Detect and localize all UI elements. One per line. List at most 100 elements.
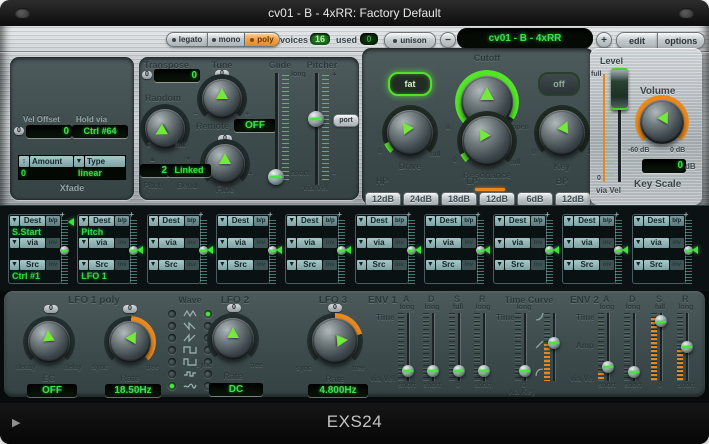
amount-marker[interactable] — [207, 246, 213, 254]
dest-dropdown-icon[interactable]: ▼ — [218, 216, 227, 226]
lfo1-rate-knob[interactable] — [109, 321, 151, 363]
env1-d-slider[interactable]: Dlongshort — [423, 304, 441, 389]
dest-dropdown-icon[interactable]: ▼ — [149, 216, 158, 226]
hold-via-display[interactable]: Ctrl #64 — [72, 125, 128, 138]
lfo1-eg-display[interactable]: OFF — [27, 384, 77, 397]
via-dropdown-icon[interactable]: ▼ — [218, 238, 227, 248]
env1-r-handle[interactable] — [478, 365, 490, 377]
transpose-zero-button[interactable]: 0 — [142, 71, 152, 79]
src-select[interactable]: Src — [89, 260, 114, 270]
via-select[interactable]: via — [297, 238, 322, 248]
poly-button[interactable]: poly — [245, 32, 280, 47]
src-select[interactable]: Src — [574, 260, 599, 270]
via-value[interactable] — [10, 249, 60, 259]
dest-dropdown-icon[interactable]: ▼ — [79, 216, 88, 226]
dest-select[interactable]: Dest — [297, 216, 322, 226]
env1-s-slider[interactable]: Sfull0 — [449, 304, 467, 389]
lfo1-wave-radio-3[interactable] — [168, 346, 176, 354]
env2-s-slider[interactable]: Sfull0 — [651, 304, 669, 389]
src-invert-toggle[interactable]: inv — [185, 260, 199, 270]
dest-select[interactable]: Dest — [159, 216, 184, 226]
preset-next-button[interactable]: + — [596, 32, 612, 48]
bend-up-arrow[interactable]: ▲ — [149, 156, 156, 163]
via-invert-toggle[interactable]: inv — [600, 238, 614, 248]
src-select[interactable]: Src — [367, 260, 392, 270]
src-value[interactable] — [287, 271, 337, 281]
via-value[interactable] — [426, 249, 476, 259]
env1-s-handle[interactable] — [453, 365, 465, 377]
src-invert-toggle[interactable]: inv — [46, 260, 60, 270]
src-dropdown-icon[interactable]: ▼ — [564, 260, 573, 270]
amount-marker[interactable] — [692, 246, 698, 254]
lfo1-wave-radio-6[interactable] — [168, 382, 176, 390]
src-dropdown-icon[interactable]: ▼ — [287, 260, 296, 270]
lfo3-rate-knob[interactable] — [312, 318, 358, 364]
lfo1-wave-radio-4[interactable] — [168, 358, 176, 366]
src-value[interactable] — [564, 271, 614, 281]
src-invert-toggle[interactable]: inv — [670, 260, 684, 270]
via-select[interactable]: via — [505, 238, 530, 248]
lfo1-wave-radio-2[interactable] — [168, 334, 176, 342]
via-value[interactable] — [149, 249, 199, 259]
via-select[interactable]: via — [436, 238, 461, 248]
dest-value[interactable]: Pitch — [79, 227, 129, 237]
via-dropdown-icon[interactable]: ▼ — [287, 238, 296, 248]
via-select[interactable]: via — [228, 238, 253, 248]
vel-offset-display[interactable]: 0 — [26, 125, 72, 138]
dest-dropdown-icon[interactable]: ▼ — [10, 216, 19, 226]
bp-toggle[interactable]: b/p — [670, 216, 684, 226]
src-invert-toggle[interactable]: inv — [462, 260, 476, 270]
dest-select[interactable]: Dest — [367, 216, 392, 226]
sort-icon[interactable]: ↕ — [19, 156, 29, 167]
xfade-type-value[interactable]: linear — [76, 167, 125, 177]
amount-marker[interactable] — [276, 246, 282, 254]
src-dropdown-icon[interactable]: ▼ — [357, 260, 366, 270]
volume-knob[interactable] — [640, 100, 684, 144]
pitcher-slider-track[interactable] — [315, 73, 318, 185]
src-value[interactable] — [218, 271, 268, 281]
lfo2-wave-radio-5[interactable] — [204, 370, 212, 378]
amount-marker[interactable] — [345, 246, 351, 254]
lfo2-zero-button[interactable]: 0 — [227, 304, 241, 312]
lfo1-rate-display[interactable]: 18.50Hz — [105, 384, 161, 397]
src-dropdown-icon[interactable]: ▼ — [10, 260, 19, 270]
pitcher-slider-handle[interactable] — [308, 111, 324, 127]
src-value[interactable] — [149, 271, 199, 281]
dest-dropdown-icon[interactable]: ▼ — [426, 216, 435, 226]
via-invert-toggle[interactable]: inv — [323, 238, 337, 248]
dest-dropdown-icon[interactable]: ▼ — [564, 216, 573, 226]
key-scale-display[interactable]: 0 — [642, 159, 686, 173]
src-invert-toggle[interactable]: inv — [393, 260, 407, 270]
lfo1-eg-knob[interactable] — [28, 321, 70, 363]
src-dropdown-icon[interactable]: ▼ — [634, 260, 643, 270]
amount-marker[interactable] — [622, 246, 628, 254]
bend-down-arrow[interactable]: ▼ — [185, 156, 192, 163]
src-invert-toggle[interactable]: inv — [323, 260, 337, 270]
dest-dropdown-icon[interactable]: ▼ — [634, 216, 643, 226]
options-button[interactable]: options — [657, 32, 705, 49]
via-value[interactable] — [79, 249, 129, 259]
src-dropdown-icon[interactable]: ▼ — [426, 260, 435, 270]
dest-select[interactable]: Dest — [436, 216, 461, 226]
bp-toggle[interactable]: b/p — [393, 216, 407, 226]
src-value[interactable] — [426, 271, 476, 281]
bp-toggle[interactable]: b/p — [115, 216, 129, 226]
src-select[interactable]: Src — [644, 260, 669, 270]
via-dropdown-icon[interactable]: ▼ — [10, 238, 19, 248]
remote-display[interactable]: OFF — [234, 119, 276, 132]
via-select[interactable]: via — [159, 238, 184, 248]
level-slider-handle[interactable] — [611, 68, 628, 110]
bp-toggle[interactable]: b/p — [323, 216, 337, 226]
dest-dropdown-icon[interactable]: ▼ — [495, 216, 504, 226]
lfo1-eg-zero-button[interactable]: 0 — [44, 305, 58, 313]
time-curve-curve-slider[interactable] — [544, 304, 562, 389]
via-invert-toggle[interactable]: inv — [115, 238, 129, 248]
time-curve-time-handle[interactable] — [519, 365, 531, 377]
time-curve-time-slider[interactable]: long0 — [515, 304, 533, 389]
via-select[interactable]: via — [574, 238, 599, 248]
lfo2-rate-display[interactable]: DC — [209, 383, 263, 396]
amount-marker[interactable] — [137, 246, 143, 254]
via-invert-toggle[interactable]: inv — [393, 238, 407, 248]
via-value[interactable] — [287, 249, 337, 259]
via-dropdown-icon[interactable]: ▼ — [634, 238, 643, 248]
